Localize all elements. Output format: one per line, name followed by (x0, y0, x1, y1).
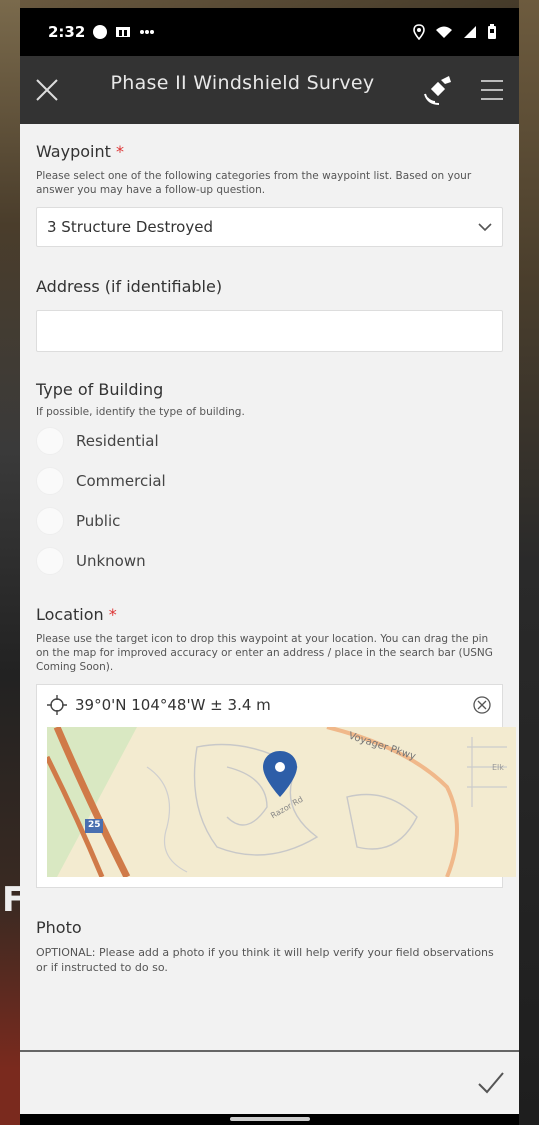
map-highway-label: 25 (88, 820, 101, 830)
building-option-label: Public (76, 512, 121, 530)
address-section: Address (if identifiable) (20, 247, 519, 352)
location-hint: Please use the target icon to drop this … (36, 633, 493, 673)
building-option[interactable]: Public (36, 501, 503, 541)
location-section: Location * Please use the target icon to… (20, 581, 519, 888)
location-card: 39°0'N 104°48'W ± 3.4 m Voyager Pkwy Raz… (36, 684, 516, 888)
satellite-icon (424, 76, 451, 105)
waypoint-hint: Please select one of the following categ… (36, 170, 472, 196)
location-required-marker: * (108, 605, 117, 624)
location-status-icon (413, 24, 425, 40)
waypoint-section: Waypoint * Please select one of the foll… (20, 124, 519, 247)
background-letter: F (2, 880, 26, 920)
battery-icon (488, 24, 496, 39)
building-option[interactable]: Residential (36, 421, 503, 461)
address-input[interactable] (36, 310, 503, 352)
notification-icon (116, 27, 131, 37)
cell-signal-icon (464, 26, 476, 38)
radio-button[interactable] (36, 547, 64, 575)
notification-dot-icon (93, 25, 108, 39)
map-area-label: Elk (492, 763, 504, 772)
building-option-label: Unknown (76, 552, 146, 570)
building-label: Type of Building (36, 380, 164, 399)
phone-screen: 2:32 Phase II Windshield Survey Waypoint… (20, 8, 519, 1125)
photo-section: Photo OPTIONAL: Please add a photo if yo… (20, 888, 519, 975)
app-title: Phase II Windshield Survey (110, 72, 375, 94)
close-button[interactable] (32, 75, 62, 105)
building-hint: If possible, identify the type of buildi… (36, 406, 245, 418)
app-bar: Phase II Windshield Survey (20, 56, 519, 124)
check-icon[interactable] (477, 1070, 505, 1096)
satellite-button[interactable] (423, 75, 453, 105)
photo-hint: OPTIONAL: Please add a photo if you thin… (36, 946, 494, 974)
radio-button[interactable] (36, 467, 64, 495)
menu-icon (480, 80, 503, 100)
map-graphic (47, 727, 516, 877)
close-icon (36, 79, 58, 101)
bottom-bar (20, 1050, 519, 1114)
location-map[interactable]: Voyager Pkwy Razor Rd 25 Elk (47, 727, 516, 877)
address-label: Address (if identifiable) (36, 277, 223, 296)
radio-button[interactable] (36, 507, 64, 535)
status-bar: 2:32 (20, 8, 519, 56)
menu-button[interactable] (477, 75, 507, 105)
building-option-label: Residential (76, 432, 159, 450)
system-nav-bar (20, 1114, 519, 1125)
building-option-label: Commercial (76, 472, 166, 490)
form-content: Waypoint * Please select one of the foll… (20, 124, 519, 1125)
building-option[interactable]: Unknown (36, 541, 503, 581)
waypoint-label: Waypoint (36, 142, 111, 161)
building-section: Type of Building If possible, identify t… (20, 352, 519, 581)
coordinates-text: 39°0'N 104°48'W ± 3.4 m (75, 696, 271, 714)
more-notifications-icon (140, 30, 155, 34)
radio-button[interactable] (36, 427, 64, 455)
chevron-down-icon (478, 223, 492, 232)
clear-icon[interactable] (472, 695, 492, 715)
wifi-icon (436, 26, 452, 38)
background-left-edge: F (0, 0, 26, 1125)
waypoint-required-marker: * (115, 142, 124, 161)
photo-label: Photo (36, 918, 82, 937)
home-gesture-pill[interactable] (230, 1117, 310, 1121)
background-right-edge (519, 0, 539, 1125)
status-time: 2:32 (48, 23, 86, 41)
location-label: Location (36, 605, 104, 624)
waypoint-select[interactable]: 3 Structure Destroyed (36, 207, 503, 247)
waypoint-selected-value: 3 Structure Destroyed (47, 218, 213, 236)
building-option[interactable]: Commercial (36, 461, 503, 501)
crosshair-icon[interactable] (47, 695, 67, 715)
